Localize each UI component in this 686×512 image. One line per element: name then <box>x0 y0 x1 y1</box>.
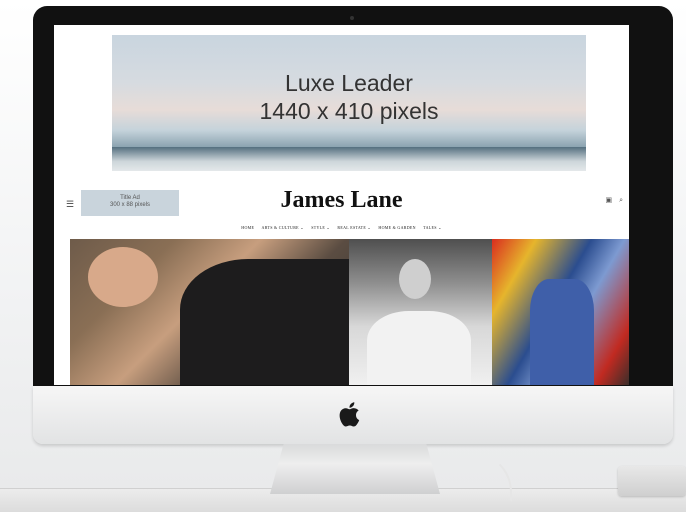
search-icon[interactable]: ⌕ <box>619 197 623 204</box>
feature-photo-painting[interactable] <box>492 239 629 385</box>
nav-item-style[interactable]: STYLE ⌄ <box>311 225 330 230</box>
photo-face <box>399 259 431 299</box>
photo-jacket <box>180 259 350 385</box>
painting-figure <box>530 279 594 385</box>
nav-item-arts-culture[interactable]: ARTS & CULTURE ⌄ <box>262 225 304 230</box>
keyboard <box>618 466 686 496</box>
leader-ad-banner[interactable]: Luxe Leader 1440 x 410 pixels <box>112 35 586 171</box>
camera-icon <box>350 16 354 20</box>
leader-ad-text: Luxe Leader 1440 x 410 pixels <box>112 69 586 125</box>
nav-item-tales[interactable]: TALES ⌄ <box>423 225 442 230</box>
featured-photos <box>70 239 629 385</box>
photo-dress <box>367 311 471 385</box>
ocean-wave-image <box>112 147 586 171</box>
imac-stand <box>270 444 440 494</box>
apple-logo-icon <box>339 402 360 427</box>
site-logo[interactable]: James Lane <box>54 187 629 214</box>
leader-ad-line2: 1440 x 410 pixels <box>259 98 439 124</box>
main-nav: HOME ARTS & CULTURE ⌄ STYLE ⌄ REAL ESTAT… <box>54 225 629 230</box>
nav-item-real-estate[interactable]: REAL ESTATE ⌄ <box>337 225 371 230</box>
header-icons: ▣ ⌕ <box>601 196 624 205</box>
leader-ad-line1: Luxe Leader <box>285 70 413 96</box>
site-header: ☰ Title Ad 300 x 88 pixels James Lane ▣ … <box>54 180 629 238</box>
nav-item-home[interactable]: HOME <box>241 225 254 230</box>
bag-icon[interactable]: ▣ <box>606 197 613 204</box>
photo-face <box>88 247 158 307</box>
website-screen: Luxe Leader 1440 x 410 pixels ☰ Title Ad… <box>54 25 629 385</box>
feature-photo-vintage[interactable] <box>349 239 492 385</box>
feature-photo-portrait[interactable] <box>70 239 350 385</box>
nav-item-home-garden[interactable]: HOME & GARDEN <box>378 225 415 230</box>
bezel-edge <box>629 320 669 386</box>
